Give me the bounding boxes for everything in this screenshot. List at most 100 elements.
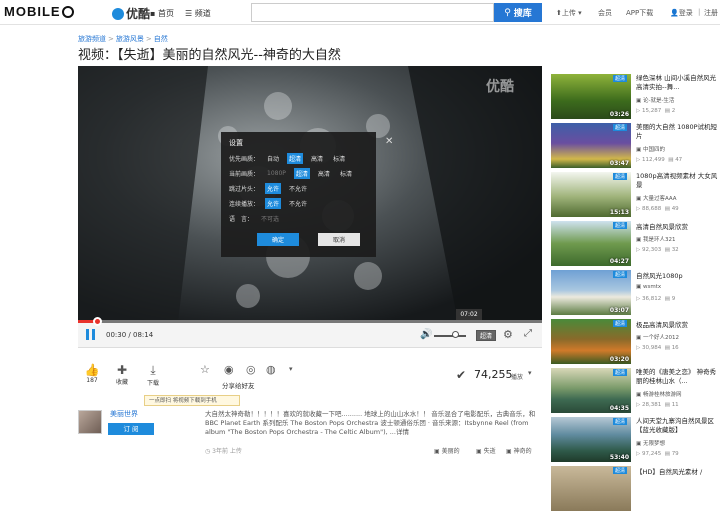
item-title[interactable]: 唯美的《唐美之恋》 神奇秀丽的桂林山水（... <box>636 368 720 386</box>
item-title[interactable]: 美丽的大自然 1080P试机短片 <box>636 123 720 141</box>
avatar[interactable] <box>78 410 102 434</box>
related-item[interactable]: 04:27 超清 高清自然风景欣赏 ▣ 我是环人321 ▷ 92,303 ▤ 3… <box>551 221 720 270</box>
breadcrumb-travel[interactable]: 旅游频道 <box>78 35 106 43</box>
item-title[interactable]: 高清自然风景欣赏 <box>636 223 720 232</box>
item-title[interactable]: 1080p高清视频素材 大女风景 <box>636 172 720 190</box>
menu-icon: ☰ <box>185 9 193 18</box>
progress-handle[interactable] <box>92 317 102 326</box>
search-input[interactable] <box>251 3 494 22</box>
quality-badge: 超清 <box>613 369 628 376</box>
quality-badge: 超清 <box>613 124 628 131</box>
item-user[interactable]: ▣ 我是环人321 <box>636 235 675 243</box>
related-item[interactable]: 15:13 超清 1080p高清视频素材 大女风景 ▣ 大量过客AAA ▷ 88… <box>551 172 720 221</box>
duration: 04:35 <box>609 405 629 412</box>
option-auto[interactable]: 自动 <box>265 153 281 164</box>
item-user[interactable]: ▣ 无限梦想 <box>636 439 665 447</box>
confirm-button[interactable]: 确定 <box>257 233 299 246</box>
item-title[interactable]: 人间天堂九寨沟自然风景区【蓝光收藏版】 <box>636 417 720 435</box>
item-title[interactable]: 【HD】自然风光素材 / <box>636 468 720 477</box>
youku-logo[interactable]: 优酷 <box>112 5 150 22</box>
related-item[interactable]: 超清 【HD】自然风光素材 / <box>551 466 720 515</box>
quality-badge: 超清 <box>613 75 628 82</box>
option-superhd[interactable]: 超清 <box>293 168 310 179</box>
more-share-icon[interactable]: ▾ <box>289 365 293 373</box>
wechat-icon[interactable]: ◍ <box>266 363 276 376</box>
qq-icon[interactable]: ◉ <box>224 363 234 376</box>
nav-home[interactable]: ▪ 首页 <box>150 8 174 19</box>
option-hd[interactable]: 高清 <box>309 153 325 164</box>
option-disallow[interactable]: 不允许 <box>287 183 309 194</box>
related-item[interactable]: 03:07 超清 自然风光1080p ▣ wsmtx ▷ 36,812 ▤ 9 <box>551 270 720 319</box>
tag-1[interactable]: ▣ 美丽的 <box>434 446 460 455</box>
upload-time: ◷ 3年前 上传 <box>205 448 242 455</box>
video-title: 视频：【失逝】美丽的自然风光--神奇的大自然 <box>78 48 341 63</box>
related-item[interactable]: 04:35 超清 唯美的《唐美之恋》 神奇秀丽的桂林山水（... ▣ 畅游桂林旅… <box>551 368 720 417</box>
favorite-button[interactable]: ✚ 收藏 <box>112 363 132 386</box>
related-item[interactable]: 03:26 超清 绿色深林 山间小溪自然风光高清实拍--舞... ▣ 论-就是-… <box>551 74 720 123</box>
item-stats: ▷ 112,499 ▤ 47 <box>636 157 683 163</box>
option-allow[interactable]: 允许 <box>265 198 282 209</box>
item-title[interactable]: 自然风光1080p <box>636 272 720 281</box>
tag-3[interactable]: ▣ 神奇的 <box>506 446 532 455</box>
quality-badge: 超清 <box>613 222 628 229</box>
cancel-button[interactable]: 取消 <box>318 233 360 246</box>
quality-button[interactable]: 超清 <box>476 330 497 341</box>
related-item[interactable]: 03:20 超清 极品高清风景欣赏 ▣ 一个好人2012 ▷ 30,984 ▤ … <box>551 319 720 368</box>
volume-slider[interactable] <box>434 335 466 337</box>
option-hd[interactable]: 高清 <box>316 168 332 179</box>
item-stats: ▷ 28,381 ▤ 11 <box>636 402 679 408</box>
chevron-down-icon[interactable]: ▾ <box>528 369 532 377</box>
star-icon[interactable]: ☆ <box>200 363 210 376</box>
item-title[interactable]: 绿色深林 山间小溪自然风光高清实拍--舞... <box>636 74 720 92</box>
tag-2[interactable]: ▣ 失逝 <box>476 446 496 455</box>
site-logo[interactable]: MOBILE <box>4 4 75 19</box>
related-item[interactable]: 03:47 超清 美丽的大自然 1080P试机短片 ▣ 中国四的 ▷ 112,4… <box>551 123 720 172</box>
item-title[interactable]: 极品高清风景欣赏 <box>636 321 720 330</box>
login-link[interactable]: 👤登录 <box>670 8 693 18</box>
volume-icon[interactable]: 🔊 <box>420 329 432 340</box>
duration: 04:27 <box>609 258 629 265</box>
item-stats: ▷ 88,688 ▤ 49 <box>636 206 679 212</box>
close-icon[interactable]: ✕ <box>385 136 393 147</box>
pause-icon[interactable] <box>86 329 96 341</box>
item-user[interactable]: ▣ 一个好人2012 <box>636 333 679 341</box>
duration: 15:13 <box>609 209 629 216</box>
progress-bar[interactable] <box>78 320 542 323</box>
item-stats: ▷ 30,984 ▤ 16 <box>636 345 679 351</box>
upload-button[interactable]: ⬆上传 ▾ <box>556 8 582 18</box>
breadcrumb: 旅游频道 > 旅游风景 > 自然 <box>78 35 168 43</box>
option-1080p[interactable]: 1080P <box>265 169 288 178</box>
option-disallow[interactable]: 不允许 <box>287 198 309 209</box>
item-user[interactable]: ▣ 畅游桂林旅游网 <box>636 390 681 398</box>
related-item[interactable]: 53:40 超清 人间天堂九寨沟自然风景区【蓝光收藏版】 ▣ 无限梦想 ▷ 97… <box>551 417 720 466</box>
download-button[interactable]: ⤓ 下载 <box>143 363 163 387</box>
channel-name[interactable]: 美丽世界 <box>110 409 138 419</box>
register-link[interactable]: 注册 <box>704 8 718 18</box>
weibo-icon[interactable]: ◎ <box>246 363 256 376</box>
volume-handle[interactable] <box>452 331 459 338</box>
option-sd[interactable]: 标清 <box>338 168 354 179</box>
current-quality-row: 当前画质： 1080P 超清 高清 标清 <box>229 168 354 179</box>
gear-icon[interactable]: ⚙ <box>503 328 513 341</box>
app-download-link[interactable]: APP下载 <box>626 8 653 18</box>
like-button[interactable]: 👍 187 <box>84 363 100 384</box>
item-user[interactable]: ▣ wsmtx <box>636 284 661 290</box>
item-user[interactable]: ▣ 大量过客AAA <box>636 194 677 202</box>
search-button[interactable]: ⚲ 搜库 <box>494 3 542 22</box>
duration: 03:20 <box>609 356 629 363</box>
subscribe-button[interactable]: 订 阅 <box>108 423 154 435</box>
nav-channels[interactable]: ☰ 频道 <box>185 8 211 19</box>
option-allow[interactable]: 允许 <box>265 183 282 194</box>
item-user[interactable]: ▣ 中国四的 <box>636 145 665 153</box>
breadcrumb-nature[interactable]: 自然 <box>154 35 168 43</box>
breadcrumb-scenery[interactable]: 旅游风景 <box>116 35 144 43</box>
time-tooltip: 07:02 <box>456 309 482 320</box>
fullscreen-icon[interactable]: ⤢ <box>524 328 532 339</box>
item-stats: ▷ 15,287 ▤ 2 <box>636 108 676 114</box>
plus-icon: ✚ <box>116 363 128 377</box>
item-user[interactable]: ▣ 论-就是-生活 <box>636 96 674 104</box>
quality-badge: 超清 <box>613 271 628 278</box>
vip-link[interactable]: 会员 <box>598 8 612 18</box>
option-superhd[interactable]: 超清 <box>287 153 304 164</box>
option-sd[interactable]: 标清 <box>331 153 347 164</box>
